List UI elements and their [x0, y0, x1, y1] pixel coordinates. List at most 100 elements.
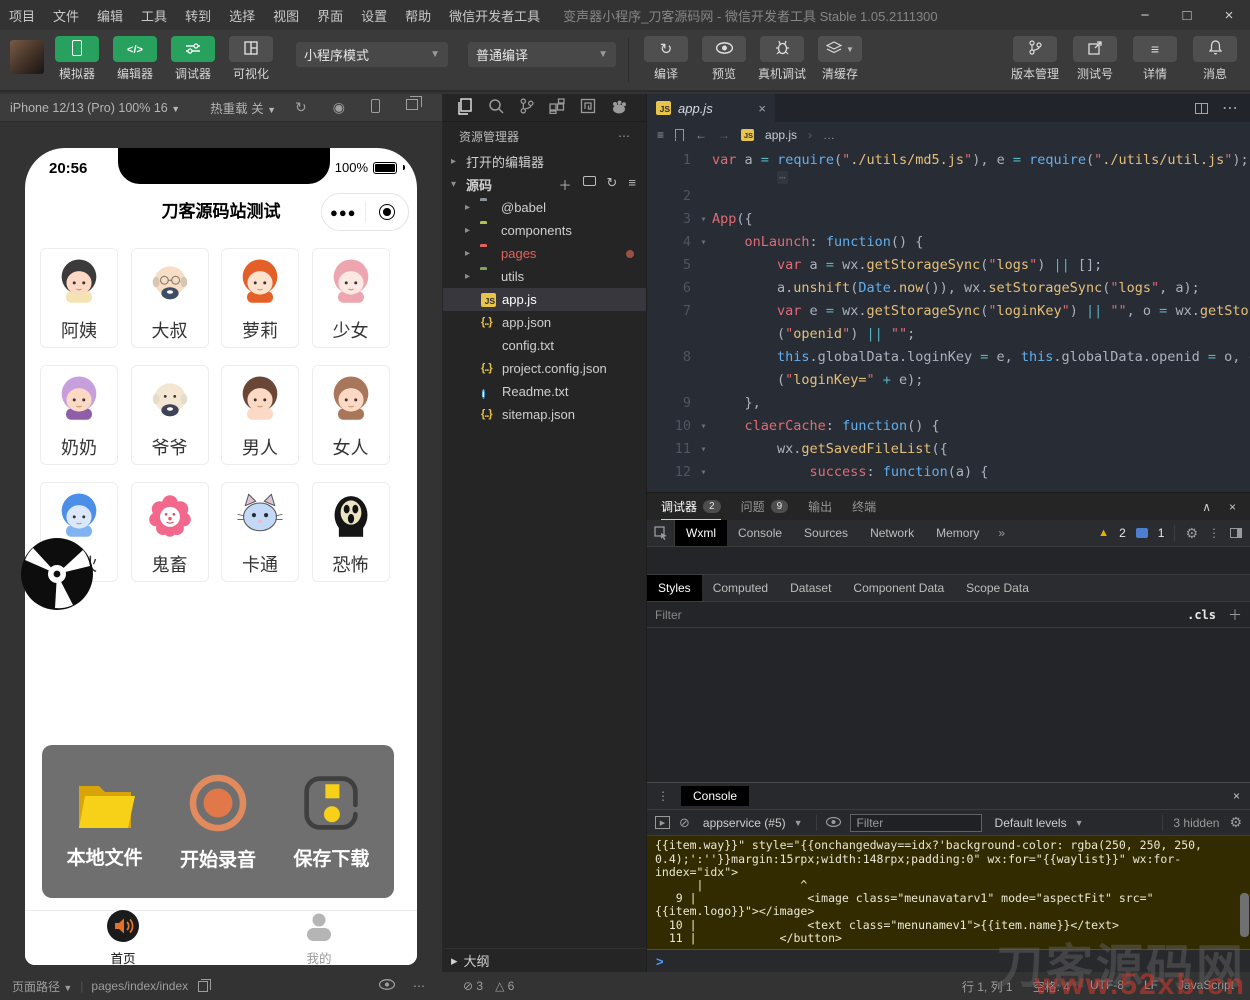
devtools-tab-Console[interactable]: Console: [727, 520, 793, 546]
editor-tab-appjs[interactable]: JS app.js ×: [647, 94, 775, 122]
npm-icon[interactable]: [580, 98, 596, 117]
voice-card-大叔[interactable]: 大叔: [131, 248, 209, 348]
console-prompt[interactable]: >: [656, 954, 664, 969]
refresh-icon[interactable]: ↻: [607, 175, 618, 194]
toolbar-模拟器[interactable]: 模拟器: [52, 36, 102, 82]
files-icon[interactable]: [456, 98, 473, 118]
open-editors-section[interactable]: ▸打开的编辑器: [443, 150, 646, 173]
user-avatar[interactable]: [10, 40, 44, 74]
styles-tab-Dataset[interactable]: Dataset: [779, 575, 842, 601]
tab-首页[interactable]: 首页: [25, 911, 221, 965]
status-item[interactable]: 空格: 4: [1033, 978, 1070, 995]
menu-item-工具[interactable]: 工具: [132, 6, 176, 25]
file-Readme.txt[interactable]: iReadme.txt: [443, 380, 646, 403]
console-filter-input[interactable]: Filter: [850, 814, 982, 832]
vinyl-disc[interactable]: [19, 536, 95, 612]
toolbar-编辑器[interactable]: </>编辑器: [110, 36, 160, 82]
toolbar-消息[interactable]: 消息: [1190, 36, 1240, 82]
new-file-icon[interactable]: ＋: [558, 175, 571, 194]
toolbar-测试号[interactable]: 测试号: [1070, 36, 1120, 82]
editor-more-icon[interactable]: ⋯: [1222, 98, 1238, 118]
console-settings-icon[interactable]: ⚙: [1229, 814, 1242, 831]
collapse-icon[interactable]: ≡: [628, 175, 636, 194]
mode-select[interactable]: 小程序模式▼: [296, 42, 448, 67]
status-item[interactable]: UTF-8: [1090, 978, 1124, 995]
panel-tab-输出[interactable]: 输出: [808, 493, 832, 520]
more-tabs-icon[interactable]: »: [990, 526, 1013, 540]
outline-icon[interactable]: ≡: [657, 128, 664, 142]
settings-gear-icon[interactable]: ⚙: [1185, 525, 1198, 542]
panel-tab-调试器[interactable]: 调试器2: [661, 493, 721, 520]
split-editor-icon[interactable]: [1195, 103, 1208, 114]
toolbar-可视化[interactable]: 可视化: [226, 36, 276, 82]
voice-card-恐怖[interactable]: 恐怖: [312, 482, 390, 582]
extensions-icon[interactable]: [549, 98, 565, 117]
styles-tab-Component Data[interactable]: Component Data: [842, 575, 955, 601]
styles-tab-Scope Data[interactable]: Scope Data: [955, 575, 1040, 601]
voice-card-爷爷[interactable]: 爷爷: [131, 365, 209, 465]
voice-card-阿姨[interactable]: 阿姨: [40, 248, 118, 348]
home-capsule-icon[interactable]: [366, 204, 409, 220]
menu-item-微信开发者工具[interactable]: 微信开发者工具: [440, 6, 549, 25]
tab-我的[interactable]: 我的: [221, 911, 417, 965]
file-utils[interactable]: ▸utils: [443, 265, 646, 288]
file-project.config.json[interactable]: {..}project.config.json: [443, 357, 646, 380]
fold-icon[interactable]: ▾: [695, 438, 712, 461]
file-app.json[interactable]: {..}app.json: [443, 311, 646, 334]
device-select[interactable]: iPhone 12/13 (Pro) 100% 16 ▼: [10, 101, 180, 115]
forward-icon[interactable]: →: [718, 128, 730, 142]
context-select[interactable]: appservice (#5)▼: [699, 816, 807, 830]
panel-tab-问题[interactable]: 问题9: [741, 493, 789, 520]
compile-mode-select[interactable]: 普通编译▼: [468, 42, 616, 67]
elements-pane[interactable]: [647, 547, 1250, 575]
maximize-button[interactable]: □: [1166, 0, 1208, 30]
file-sitemap.json[interactable]: {..}sitemap.json: [443, 403, 646, 426]
fold-icon[interactable]: ▾: [695, 208, 712, 231]
action-本地文件[interactable]: 本地文件: [67, 774, 143, 870]
dock-side-icon[interactable]: [1230, 528, 1242, 538]
refresh-icon[interactable]: ↻: [295, 99, 307, 116]
file-config.txt[interactable]: config.txt: [443, 334, 646, 357]
toolbar-编译[interactable]: ↻编译: [641, 36, 691, 82]
action-保存下载[interactable]: 保存下载: [293, 773, 369, 871]
close-tab-icon[interactable]: ×: [758, 101, 766, 116]
voice-card-鬼畜[interactable]: 鬼畜: [131, 482, 209, 582]
toolbar-调试器[interactable]: 调试器: [168, 36, 218, 82]
page-path-select[interactable]: 页面路径 ▼: [12, 978, 72, 995]
status-item[interactable]: JavaScript: [1178, 978, 1234, 995]
menu-item-项目[interactable]: 项目: [0, 6, 44, 25]
voice-card-奶奶[interactable]: 奶奶: [40, 365, 118, 465]
outline-section[interactable]: ▸大纲: [443, 948, 646, 972]
source-control-icon[interactable]: [519, 98, 534, 117]
menu-item-编辑[interactable]: 编辑: [88, 6, 132, 25]
page-path-value[interactable]: pages/index/index: [91, 979, 188, 993]
menu-item-选择[interactable]: 选择: [220, 6, 264, 25]
styles-tab-Computed[interactable]: Computed: [702, 575, 779, 601]
devtools-tab-Memory[interactable]: Memory: [925, 520, 990, 546]
phone-frame-icon[interactable]: [371, 99, 380, 113]
file-@babel[interactable]: ▸@babel: [443, 196, 646, 219]
hot-reload-toggle[interactable]: 热重载 关 ▼: [210, 98, 276, 117]
devtools-tab-Wxml[interactable]: Wxml: [675, 520, 727, 546]
devtools-tab-Sources[interactable]: Sources: [793, 520, 859, 546]
code-editor[interactable]: 1var a = require("./utils/md5.js"), e = …: [647, 147, 1250, 492]
toolbar-版本管理[interactable]: 版本管理: [1010, 36, 1060, 82]
message-icon[interactable]: [1136, 528, 1148, 538]
inspect-element-icon[interactable]: [647, 520, 675, 546]
menu-item-帮助[interactable]: 帮助: [396, 6, 440, 25]
minimize-button[interactable]: −: [1124, 0, 1166, 30]
multi-window-icon[interactable]: [406, 99, 418, 110]
add-style-icon[interactable]: ＋: [1228, 605, 1242, 625]
capsule-menu[interactable]: ●●●: [321, 193, 409, 231]
more-icon[interactable]: ⋯: [413, 979, 425, 993]
action-开始录音[interactable]: 开始录音: [180, 772, 256, 872]
menu-item-设置[interactable]: 设置: [352, 6, 396, 25]
console-warning-entry[interactable]: {{item.way}}" style="{{onchangedway==idx…: [647, 836, 1250, 950]
bookmark-icon[interactable]: [675, 129, 684, 141]
kebab-menu-icon[interactable]: ⋮: [1208, 526, 1220, 540]
toolbar-清缓存[interactable]: ▼清缓存: [815, 36, 865, 82]
fold-icon[interactable]: ▾: [695, 231, 712, 254]
file-pages[interactable]: ▸pages: [443, 242, 646, 265]
voice-card-卡通[interactable]: 卡通: [221, 482, 299, 582]
devtools-tab-Network[interactable]: Network: [859, 520, 925, 546]
